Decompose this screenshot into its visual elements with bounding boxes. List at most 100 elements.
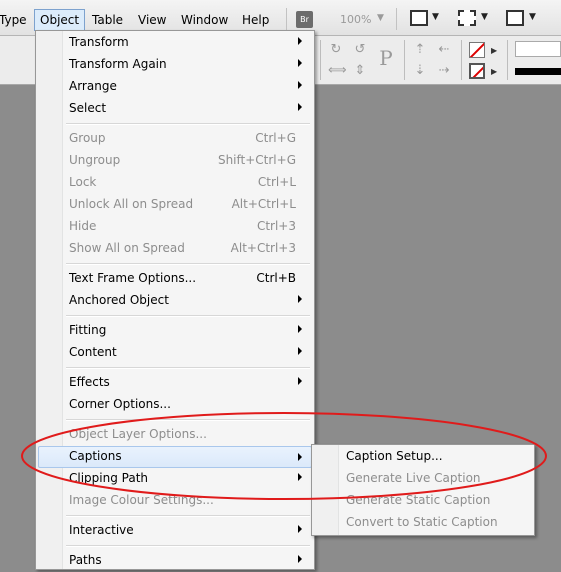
menu-item-shortcut: Alt+Ctrl+3: [230, 241, 296, 255]
select-previous-icon[interactable]: ⇠: [436, 42, 452, 58]
stroke-weight-input[interactable]: [515, 41, 561, 57]
stroke-type-preview[interactable]: [515, 68, 561, 75]
menu-item-object-layer-options[interactable]: Object Layer Options...: [38, 424, 312, 446]
menu-item-shortcut: Alt+Ctrl+L: [231, 197, 296, 211]
menu-item-label: Fitting: [69, 323, 107, 337]
menu-object[interactable]: Object: [34, 9, 86, 31]
menu-item-label: Lock: [69, 175, 97, 189]
menu-separator: [66, 315, 310, 317]
control-divider: [507, 40, 508, 80]
fill-dropdown-icon[interactable]: ▶: [491, 46, 497, 55]
menu-item-effects[interactable]: Effects: [38, 372, 312, 394]
select-content-icon[interactable]: ⇣: [412, 63, 428, 79]
control-divider: [404, 40, 405, 80]
menu-item-hide[interactable]: Hide Ctrl+3: [38, 216, 312, 238]
arrange-documents-icon[interactable]: [506, 10, 524, 26]
menu-table[interactable]: Table: [87, 10, 128, 30]
submenu-arrow-icon: [298, 81, 302, 89]
rotate-ccw-icon[interactable]: ↺: [352, 42, 368, 58]
view-options-icon[interactable]: [410, 10, 428, 26]
screen-mode-icon[interactable]: [458, 10, 476, 26]
control-divider: [320, 40, 321, 80]
submenu-arrow-icon: [298, 295, 302, 303]
menu-item-text-frame-options[interactable]: Text Frame Options... Ctrl+B: [38, 268, 312, 290]
zoom-dropdown-icon[interactable]: ▼: [377, 13, 384, 23]
flip-horizontal-icon[interactable]: ⟺: [328, 63, 347, 79]
menu-item-transform[interactable]: Transform: [38, 32, 312, 54]
fill-swatch-icon[interactable]: [469, 42, 485, 58]
menu-item-label: Text Frame Options...: [69, 271, 197, 285]
chevron-down-icon[interactable]: ▼: [481, 12, 488, 22]
menu-item-corner-options[interactable]: Corner Options...: [38, 394, 312, 416]
select-next-icon[interactable]: ⇢: [436, 63, 452, 79]
menu-item-transform-again[interactable]: Transform Again: [38, 54, 312, 76]
menu-item-group[interactable]: Group Ctrl+G: [38, 128, 312, 150]
chevron-down-icon[interactable]: ▼: [432, 12, 439, 22]
submenu-arrow-icon: [298, 325, 302, 333]
menu-item-captions[interactable]: Captions: [38, 446, 312, 468]
menu-item-label: Convert to Static Caption: [346, 515, 498, 529]
submenu-arrow-icon: [298, 555, 302, 563]
menu-item-unlock-all-on-spread[interactable]: Unlock All on Spread Alt+Ctrl+L: [38, 194, 312, 216]
zoom-level[interactable]: 100%: [340, 13, 371, 26]
control-divider: [461, 40, 462, 80]
menu-item-clipping-path[interactable]: Clipping Path: [38, 468, 312, 490]
menu-item-label: Ungroup: [69, 153, 121, 167]
rotate-cw-icon[interactable]: ↻: [328, 42, 344, 58]
stroke-swatch-icon[interactable]: [469, 63, 485, 79]
menu-item-label: Anchored Object: [69, 293, 169, 307]
menu-item-interactive[interactable]: Interactive: [38, 520, 312, 542]
menu-separator: [66, 419, 310, 421]
menu-item-select[interactable]: Select: [38, 98, 312, 120]
menu-separator: [66, 545, 310, 547]
menu-item-shortcut: Ctrl+3: [256, 219, 296, 233]
menu-item-convert-to-static-caption[interactable]: Convert to Static Caption: [314, 512, 532, 534]
direction-indicator-icon: P: [379, 46, 393, 70]
menu-item-label: Content: [69, 345, 117, 359]
menu-item-label: Transform Again: [69, 57, 167, 71]
menu-item-lock[interactable]: Lock Ctrl+L: [38, 172, 312, 194]
stroke-dropdown-icon[interactable]: ▶: [491, 67, 497, 76]
bridge-button[interactable]: Br: [296, 11, 313, 28]
submenu-arrow-icon: [298, 347, 302, 355]
menu-item-label: Group: [69, 131, 106, 145]
menu-window[interactable]: Window: [176, 10, 233, 30]
menu-item-label: Show All on Spread: [69, 241, 185, 255]
object-menu: Transform Transform Again Arrange Select…: [35, 30, 315, 570]
menu-item-shortcut: Ctrl+L: [257, 175, 296, 189]
menu-item-label: Generate Live Caption: [346, 471, 481, 485]
menu-item-label: Arrange: [69, 79, 117, 93]
menu-item-label: Captions: [69, 449, 122, 463]
menu-item-fitting[interactable]: Fitting: [38, 320, 312, 342]
menu-item-caption-setup[interactable]: Caption Setup...: [314, 446, 532, 468]
menu-item-label: Clipping Path: [69, 471, 149, 485]
menubar-divider: [286, 8, 287, 30]
menu-item-image-colour-settings[interactable]: Image Colour Settings...: [38, 490, 312, 512]
menu-item-label: Effects: [69, 375, 110, 389]
menu-view[interactable]: View: [133, 10, 171, 30]
menu-item-label: Object Layer Options...: [69, 427, 207, 441]
menu-item-label: Paths: [69, 553, 102, 567]
submenu-arrow-icon: [298, 103, 302, 111]
menu-item-content[interactable]: Content: [38, 342, 312, 364]
menu-item-generate-static-caption[interactable]: Generate Static Caption: [314, 490, 532, 512]
menu-item-label: Caption Setup...: [346, 449, 443, 463]
menu-item-paths[interactable]: Paths: [38, 550, 312, 572]
menu-type[interactable]: Type: [0, 10, 32, 30]
submenu-arrow-icon: [298, 59, 302, 67]
menu-item-label: Transform: [69, 35, 129, 49]
menu-item-shortcut: Ctrl+B: [256, 271, 296, 285]
menu-item-ungroup[interactable]: Ungroup Shift+Ctrl+G: [38, 150, 312, 172]
menu-help[interactable]: Help: [237, 10, 274, 30]
menu-separator: [66, 515, 310, 517]
submenu-arrow-icon: [298, 37, 302, 45]
menu-item-show-all-on-spread[interactable]: Show All on Spread Alt+Ctrl+3: [38, 238, 312, 260]
menu-item-shortcut: Ctrl+G: [255, 131, 296, 145]
menu-item-label: Interactive: [69, 523, 134, 537]
flip-vertical-icon[interactable]: ⇕: [352, 63, 368, 79]
chevron-down-icon[interactable]: ▼: [529, 12, 536, 22]
menu-item-arrange[interactable]: Arrange: [38, 76, 312, 98]
menu-item-generate-live-caption[interactable]: Generate Live Caption: [314, 468, 532, 490]
select-container-icon[interactable]: ⇡: [412, 42, 428, 58]
menu-item-anchored-object[interactable]: Anchored Object: [38, 290, 312, 312]
